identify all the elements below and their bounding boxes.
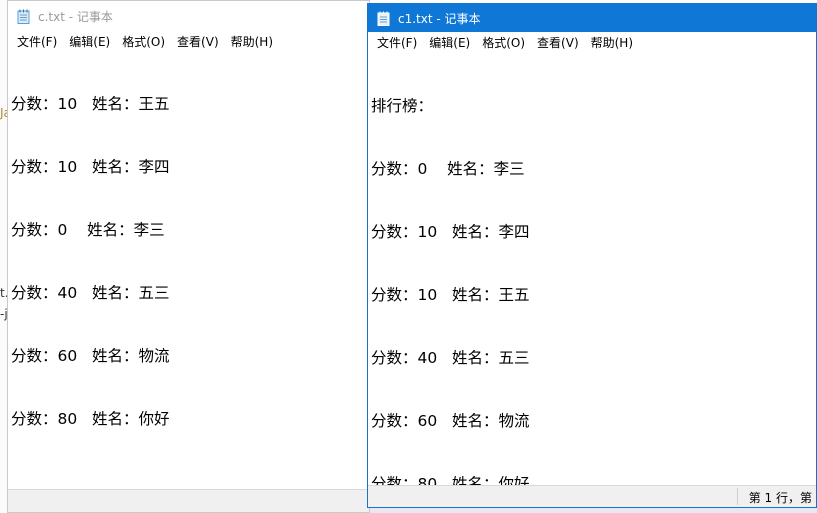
status-bar — [8, 489, 369, 512]
text-line: 分数：40 姓名：五三 — [11, 284, 170, 302]
menu-file[interactable]: 文件(F) — [371, 33, 423, 53]
menu-help[interactable]: 帮助(H) — [225, 32, 279, 52]
text-line: 分数：10 姓名：李四 — [11, 158, 170, 176]
window-title: c.txt - 记事本 — [38, 10, 113, 24]
text-line: 分数：0 姓名：李三 — [11, 221, 165, 239]
menu-format[interactable]: 格式(O) — [116, 32, 171, 52]
menu-bar: 文件(F) 编辑(E) 格式(O) 查看(V) 帮助(H) — [8, 32, 369, 52]
cursor-position-status: 第 1 行，第 — [748, 491, 812, 505]
notepad-window-c1-txt[interactable]: c1.txt - 记事本 文件(F) 编辑(E) 格式(O) 查看(V) 帮助(… — [367, 3, 817, 508]
status-bar: 第 1 行，第 — [368, 485, 816, 507]
menu-file[interactable]: 文件(F) — [11, 32, 63, 52]
menu-edit[interactable]: 编辑(E) — [423, 33, 476, 53]
title-bar[interactable]: c1.txt - 记事本 — [368, 4, 816, 32]
notepad-icon — [17, 9, 30, 24]
notepad-window-c-txt[interactable]: c.txt - 记事本 文件(F) 编辑(E) 格式(O) 查看(V) 帮助(H… — [7, 0, 370, 513]
text-editor-area[interactable]: 排行榜： 分数：0 姓名：李三 分数：10 姓名：李四 分数：10 姓名：王五 … — [368, 54, 816, 493]
menu-view[interactable]: 查看(V) — [171, 32, 225, 52]
text-line: 分数：60 姓名：物流 — [11, 347, 170, 365]
text-line: 分数：80 姓名：你好 — [11, 410, 170, 428]
text-line: 分数：10 姓名：王五 — [371, 286, 530, 304]
notepad-icon — [377, 11, 390, 26]
menu-help[interactable]: 帮助(H) — [585, 33, 639, 53]
text-line: 排行榜： — [371, 97, 434, 115]
menu-bar: 文件(F) 编辑(E) 格式(O) 查看(V) 帮助(H) — [368, 32, 816, 54]
menu-view[interactable]: 查看(V) — [531, 33, 585, 53]
text-line: 分数：10 姓名：李四 — [371, 223, 530, 241]
text-editor-area[interactable]: 分数：10 姓名：王五 分数：10 姓名：李四 分数：0 姓名：李三 分数：40… — [8, 52, 369, 482]
text-line: 分数：60 姓名：物流 — [371, 412, 530, 430]
menu-format[interactable]: 格式(O) — [476, 33, 531, 53]
text-line: 分数：0 姓名：李三 — [371, 160, 525, 178]
title-bar[interactable]: c.txt - 记事本 — [8, 1, 369, 32]
text-line: 分数：10 姓名：王五 — [11, 95, 170, 113]
menu-edit[interactable]: 编辑(E) — [63, 32, 116, 52]
window-title: c1.txt - 记事本 — [398, 11, 481, 26]
status-separator — [737, 488, 738, 505]
text-line: 分数：40 姓名：五三 — [371, 349, 530, 367]
